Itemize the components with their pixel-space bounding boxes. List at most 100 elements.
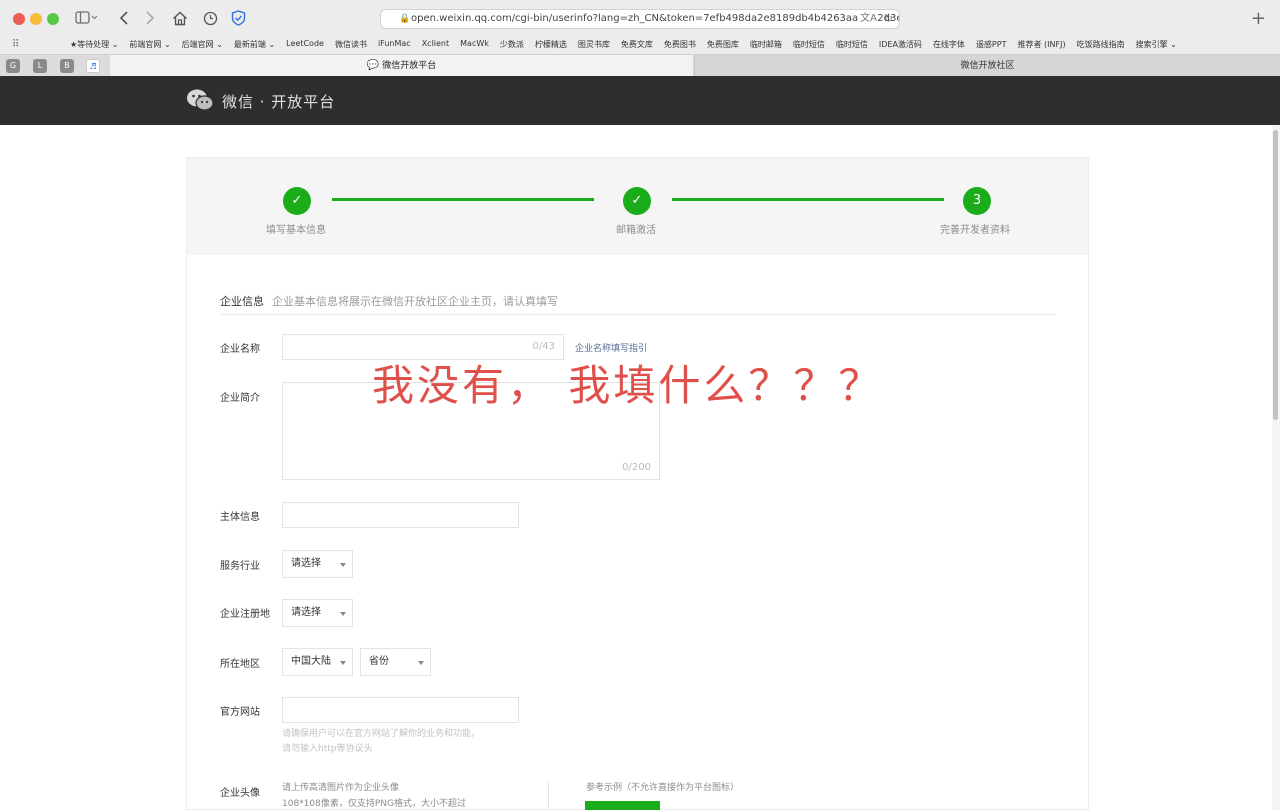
company-intro-label: 企业简介 [220,393,260,404]
website-help-line-1: 请确保用户可以在官方网站了解你的业务和功能， [282,729,481,739]
tab-weixin-open-community[interactable]: 微信开放社区 [694,55,1280,77]
home-icon[interactable] [170,8,190,28]
step-3-number: 3 [963,187,991,215]
entity-info-label: 主体信息 [220,512,260,523]
browser-toolbar: 🔒 open.weixin.qq.com/cgi-bin/userinfo?la… [0,0,1280,36]
region-province-value: 省份 [369,656,389,667]
close-window-button[interactable] [13,13,25,25]
bookmark-item[interactable]: MacWk [460,39,489,50]
region-province-select[interactable]: 省份 [360,648,431,676]
company-intro-counter: 0/200 [622,462,651,473]
region-country-value: 中国大陆 [291,656,331,667]
bookmark-item[interactable]: 免费文库 [621,39,653,50]
registration-place-label: 企业注册地 [220,609,270,620]
bookmark-item[interactable]: 搜索引擎 ⌄ [1136,39,1177,50]
wechat-logo-icon[interactable] [186,88,214,112]
site-header: 微信 · 开放平台 [0,76,1280,125]
avatar-divider [548,781,549,810]
tab-label: 微信开放平台 [382,61,437,71]
bookmark-item[interactable]: 临时短信 [793,39,825,50]
step-connector [332,198,594,201]
chevron-down-icon [340,661,346,665]
region-label: 所在地区 [220,659,260,670]
region-country-select[interactable]: 中国大陆 [282,648,353,676]
bookmark-item[interactable]: 图灵书库 [578,39,610,50]
step-2-label: 邮箱激活 [616,225,656,236]
step-connector [672,198,944,201]
bookmark-item[interactable]: 微信读书 [335,39,367,50]
bookmark-item[interactable]: 前端官网 ⌄ [129,39,170,50]
pinned-tab-label: L [37,61,43,70]
site-title[interactable]: 微信 · 开放平台 [222,91,335,112]
bookmark-item[interactable]: ★等待处理 ⌄ [70,39,118,50]
bookmark-item[interactable]: LeetCode [286,39,324,50]
avatar-label: 企业头像 [220,788,260,799]
back-icon[interactable] [116,8,132,28]
website-input[interactable] [282,697,519,723]
history-icon[interactable] [200,8,220,28]
pinned-tab-music[interactable]: ♬ [86,59,100,73]
chevron-down-icon [418,661,424,665]
bookmark-item[interactable]: 在线字体 [933,39,965,50]
step-3-label: 完善开发者资料 [940,225,1010,236]
bookmark-item[interactable]: iFunMac [378,39,411,50]
bookmark-item[interactable]: 吃饭路线指南 [1077,39,1125,50]
bookmark-item[interactable]: 最新前端 ⌄ [234,39,275,50]
registration-card: ✓ ✓ 3 填写基本信息 邮箱激活 完善开发者资料 企业信息 企业基本信息将展示在… [186,157,1089,810]
translate-icon[interactable]: 文A [858,10,877,28]
progress-steps: ✓ ✓ 3 填写基本信息 邮箱激活 完善开发者资料 [187,158,1088,255]
shield-icon[interactable] [228,8,248,28]
bookmark-item[interactable]: 遥感PPT [976,39,1007,50]
address-bar[interactable]: 🔒 open.weixin.qq.com/cgi-bin/userinfo?la… [380,9,900,29]
industry-label: 服务行业 [220,561,260,572]
bookmark-item[interactable]: 免费图库 [707,39,739,50]
entity-info-input[interactable] [282,502,519,528]
sidebar-toggle-icon[interactable] [72,8,100,28]
registration-place-select[interactable]: 请选择 [282,599,353,627]
bookmark-item[interactable]: 后端官网 ⌄ [182,39,223,50]
zoom-window-button[interactable] [47,13,59,25]
company-name-label: 企业名称 [220,344,260,355]
step-1-label: 填写基本信息 [266,225,326,236]
section-title: 企业信息 [220,295,264,308]
website-help-line-2: 请勿输入http等协议头 [282,744,373,754]
wechat-icon: 💬 [366,60,380,71]
website-label: 官方网站 [220,707,260,718]
bookmark-item[interactable]: Xclient [422,39,449,50]
bookmark-item[interactable]: 少数派 [500,39,524,50]
section-header: 企业信息 企业基本信息将展示在微信开放社区企业主页，请认真填写 [220,293,1056,315]
bookmark-item[interactable]: 临时邮箱 [750,39,782,50]
section-description: 企业基本信息将展示在微信开放社区企业主页，请认真填写 [272,295,558,308]
step-1-check-icon: ✓ [283,187,311,215]
minimize-window-button[interactable] [30,13,42,25]
bookmark-item[interactable]: 临时短信 [836,39,868,50]
example-label: 参考示例（不允许直接作为平台图标） [586,783,740,793]
example-image [585,801,660,810]
annotation-overlay-text: 我没有， 我填什么？？？ [372,361,884,410]
bookmark-list: ★等待处理 ⌄ 前端官网 ⌄ 后端官网 ⌄ 最新前端 ⌄ LeetCode 微信读书 iFu… [70,39,1188,50]
step-2-check-icon: ✓ [623,187,651,215]
tab-weixin-open-platform[interactable]: 💬 微信开放平台 [110,55,693,77]
pinned-tab-g[interactable]: G [6,59,20,73]
chevron-down-icon [340,563,346,567]
reload-icon[interactable]: ↻ [884,10,893,28]
page-scrollbar[interactable] [1272,125,1280,810]
forward-icon[interactable] [142,8,158,28]
avatar-help-line-1: 请上传高清图片作为企业头像 [282,783,400,793]
bookmark-item[interactable]: 柠檬精选 [535,39,567,50]
tab-label: 微信开放社区 [960,61,1015,71]
new-tab-icon[interactable]: + [1251,8,1266,29]
pinned-tab-label: ♬ [89,62,97,71]
pinned-tab-l[interactable]: L [33,59,47,73]
pinned-tab-label: B [64,61,70,70]
industry-select[interactable]: 请选择 [282,550,353,578]
apps-grid-icon[interactable]: ⠿ [12,39,19,50]
step-mark: 3 [972,193,982,208]
bookmark-item[interactable]: 免费图书 [664,39,696,50]
pinned-tab-b[interactable]: B [60,59,74,73]
bookmark-item[interactable]: IDEA激活码 [879,39,922,50]
bookmark-item[interactable]: 推荐者 (INFJ) [1017,39,1065,50]
pinned-tab-label: G [9,61,17,70]
scrollbar-thumb[interactable] [1273,130,1278,420]
address-url: open.weixin.qq.com/cgi-bin/userinfo?lang… [411,13,900,24]
